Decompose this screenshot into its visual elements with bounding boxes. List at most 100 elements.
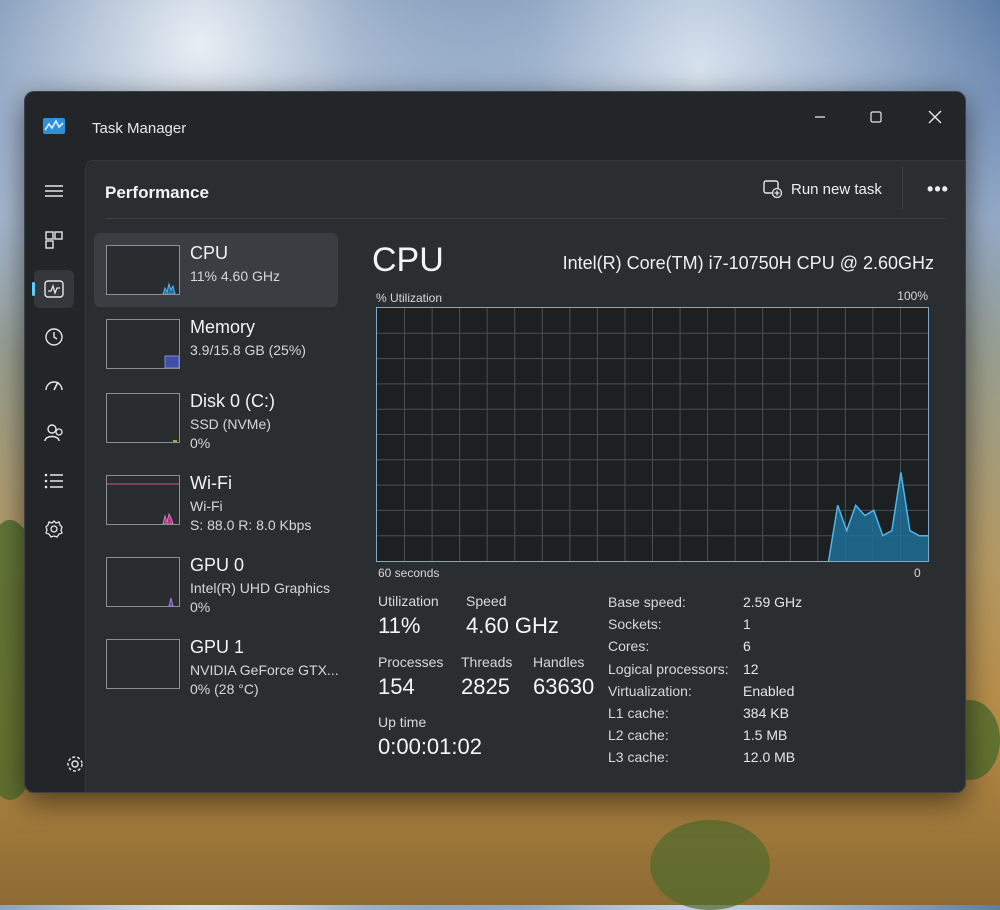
threads-value: 2825: [461, 674, 510, 699]
device-cpu[interactable]: CPU 11% 4.60 GHz: [94, 233, 338, 307]
device-memory[interactable]: Memory 3.9/15.8 GB (25%): [94, 307, 338, 381]
cpu-title: CPU: [372, 241, 444, 279]
l3-cache-label: L3 cache:: [608, 749, 669, 765]
nav-startup-apps[interactable]: [34, 366, 74, 404]
run-new-task-label: Run new task: [791, 180, 882, 198]
services-icon: [45, 520, 63, 538]
more-options-button[interactable]: •••: [920, 175, 956, 203]
device-usage: 0%: [190, 599, 211, 615]
navigation-rail: [25, 156, 87, 792]
device-name: Wi-Fi: [190, 473, 232, 493]
minimize-button[interactable]: [798, 102, 842, 132]
device-detail: NVIDIA GeForce GTX...: [190, 662, 339, 678]
device-name: Memory: [190, 317, 256, 337]
task-manager-app-icon: [43, 118, 65, 134]
run-new-task-button[interactable]: Run new task: [763, 175, 882, 203]
settings-icon: [67, 756, 83, 772]
logical-processors-value: 12: [743, 661, 759, 677]
close-button[interactable]: [913, 102, 957, 132]
close-icon: [928, 110, 942, 124]
page-title: Performance: [105, 183, 209, 202]
performance-page: Performance Run new task ••• CPU 11% 4.6…: [85, 160, 965, 792]
sockets-label: Sockets:: [608, 616, 662, 632]
logical-processors-label: Logical processors:: [608, 661, 729, 677]
l1-cache-label: L1 cache:: [608, 705, 669, 721]
cpu-graph-svg: [377, 308, 928, 562]
l2-cache-label: L2 cache:: [608, 727, 669, 743]
l2-cache-value: 1.5 MB: [743, 727, 788, 743]
base-speed-value: 2.59 GHz: [743, 594, 803, 610]
title-bar[interactable]: Task Manager: [25, 92, 965, 156]
device-name: GPU 0: [190, 555, 245, 575]
run-new-task-icon: [763, 180, 783, 198]
maximize-button[interactable]: [854, 102, 898, 132]
device-name: Disk 0 (C:): [190, 391, 275, 411]
handles-value: 63630: [533, 674, 595, 699]
nav-processes[interactable]: [34, 221, 74, 259]
cores-label: Cores:: [608, 638, 650, 654]
performance-icon: [44, 280, 64, 298]
device-wifi[interactable]: Wi-Fi Wi-Fi S: 88.0 R: 8.0 Kbps: [94, 463, 338, 537]
handles-label: Handles: [533, 654, 585, 670]
cpu-model: Intel(R) Core(TM) i7-10750H CPU @ 2.60GH…: [562, 253, 934, 273]
utilization-label: Utilization: [378, 593, 439, 609]
background-foliage: [650, 820, 770, 910]
gpu1-thumbnail-graph: [106, 639, 180, 689]
virtualization-label: Virtualization:: [608, 683, 692, 699]
l1-cache-value: 384 KB: [743, 705, 789, 721]
nav-users[interactable]: [34, 414, 74, 452]
sockets-value: 1: [743, 616, 751, 632]
base-speed-label: Base speed:: [608, 594, 686, 610]
disk-thumbnail-graph: [106, 393, 180, 443]
task-manager-window: Task Manager Performance Run new task ••…: [24, 91, 966, 793]
details-icon: [44, 473, 63, 489]
nav-app-history[interactable]: [34, 318, 74, 356]
cpu-usage-area: [828, 472, 928, 561]
hamburger-icon: [45, 185, 63, 197]
cores-value: 6: [743, 638, 751, 654]
device-detail: Wi-Fi: [190, 498, 223, 514]
processes-value: 154: [378, 674, 415, 699]
minimize-icon: [815, 116, 825, 118]
graph-x-min: 0: [914, 566, 921, 580]
device-detail: SSD (NVMe): [190, 416, 271, 432]
device-detail: 3.9/15.8 GB (25%): [190, 342, 306, 358]
startup-apps-icon: [45, 381, 63, 391]
processes-label: Processes: [378, 654, 444, 670]
l3-cache-value: 12.0 MB: [743, 749, 796, 765]
speed-label: Speed: [466, 593, 507, 609]
device-gpu0[interactable]: GPU 0 Intel(R) UHD Graphics 0%: [94, 545, 338, 619]
nav-performance[interactable]: [32, 270, 74, 308]
device-usage: 0%: [190, 435, 211, 451]
graph-y-label: % Utilization: [376, 291, 443, 305]
gpu0-thumbnail-graph: [106, 557, 180, 607]
device-disk[interactable]: Disk 0 (C:) SSD (NVMe) 0%: [94, 381, 338, 455]
window-title: Task Manager: [92, 120, 187, 137]
graph-x-label: 60 seconds: [378, 566, 440, 580]
nav-details[interactable]: [34, 462, 74, 500]
utilization-value: 11%: [378, 613, 421, 638]
speed-value: 4.60 GHz: [466, 613, 559, 638]
device-detail: Intel(R) UHD Graphics: [190, 580, 331, 596]
device-usage: 0% (28 °C): [190, 681, 259, 697]
maximize-icon: [870, 111, 882, 123]
device-name: CPU: [190, 243, 229, 263]
nav-menu-button[interactable]: [34, 172, 74, 210]
processes-icon: [45, 231, 63, 249]
nav-settings[interactable]: [63, 752, 87, 776]
device-gpu1[interactable]: GPU 1 NVIDIA GeForce GTX... 0% (28 °C): [94, 627, 339, 701]
cpu-detail-panel: CPU Intel(R) Core(TM) i7-10750H CPU @ 2.…: [354, 231, 954, 791]
cpu-thumbnail-graph: [106, 245, 180, 295]
memory-thumbnail-graph: [106, 319, 180, 369]
app-history-icon: [45, 328, 63, 346]
users-icon: [44, 424, 63, 442]
uptime-value: 0:00:01:02: [378, 734, 482, 759]
virtualization-value: Enabled: [743, 683, 795, 699]
wifi-thumbnail-graph: [106, 475, 180, 525]
threads-label: Threads: [461, 654, 513, 670]
device-detail: 11% 4.60 GHz: [190, 268, 281, 284]
uptime-label: Up time: [378, 714, 427, 730]
graph-y-max: 100%: [897, 289, 928, 303]
nav-services[interactable]: [34, 510, 74, 548]
cpu-utilization-graph: [376, 307, 929, 562]
